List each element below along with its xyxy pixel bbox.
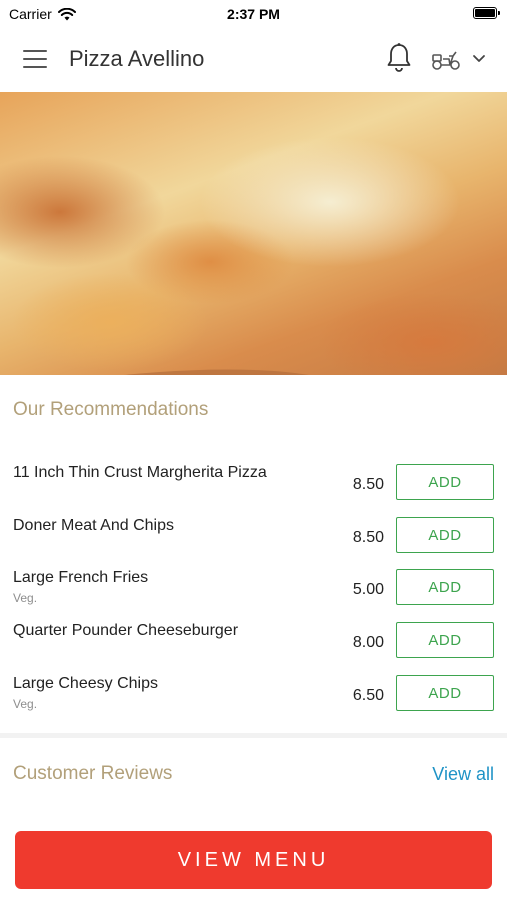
add-button[interactable]: ADD	[396, 569, 494, 605]
hero-image	[0, 92, 507, 375]
list-item: Quarter Pounder Cheeseburger 8.00 ADD	[0, 622, 507, 674]
item-name: Large French Fries	[13, 569, 149, 586]
list-item: Large French Fries Veg. 5.00 ADD	[0, 569, 507, 621]
chevron-down-icon[interactable]	[472, 54, 486, 64]
section-divider	[0, 733, 507, 738]
menu-icon[interactable]	[23, 50, 47, 68]
item-price: 5.00	[352, 581, 384, 598]
item-price: 8.00	[352, 634, 384, 651]
page-title: Pizza Avellino	[69, 46, 205, 71]
list-item: Doner Meat And Chips 8.50 ADD	[0, 517, 507, 569]
item-name: Quarter Pounder Cheeseburger	[13, 622, 239, 639]
view-menu-button[interactable]: VIEW MENU	[15, 831, 492, 889]
item-note: Veg.	[13, 697, 38, 711]
recommendations-title: Our Recommendations	[13, 399, 209, 420]
view-all-link[interactable]: View all	[432, 764, 494, 785]
bell-icon[interactable]	[385, 42, 413, 74]
hero-crust	[0, 359, 342, 375]
item-name: 11 Inch Thin Crust Margherita Pizza	[13, 464, 267, 481]
status-bar: Carrier 2:37 PM	[0, 0, 507, 28]
item-note: Veg.	[13, 591, 38, 605]
item-price: 6.50	[352, 687, 384, 704]
item-price: 8.50	[352, 476, 384, 493]
scooter-icon[interactable]	[431, 46, 461, 72]
status-time: 2:37 PM	[227, 6, 280, 22]
add-button[interactable]: ADD	[396, 464, 494, 500]
add-button[interactable]: ADD	[396, 675, 494, 711]
item-name: Large Cheesy Chips	[13, 675, 158, 692]
app-bar: Pizza Avellino	[0, 28, 507, 92]
add-button[interactable]: ADD	[396, 622, 494, 658]
list-item: 11 Inch Thin Crust Margherita Pizza 8.50 A…	[0, 464, 507, 516]
add-button[interactable]: ADD	[396, 517, 494, 553]
reviews-title: Customer Reviews	[13, 763, 173, 784]
item-price: 8.50	[352, 529, 384, 546]
item-name: Doner Meat And Chips	[13, 517, 174, 534]
list-item: Large Cheesy Chips Veg. 6.50 ADD	[0, 675, 507, 727]
battery-icon	[473, 7, 500, 19]
